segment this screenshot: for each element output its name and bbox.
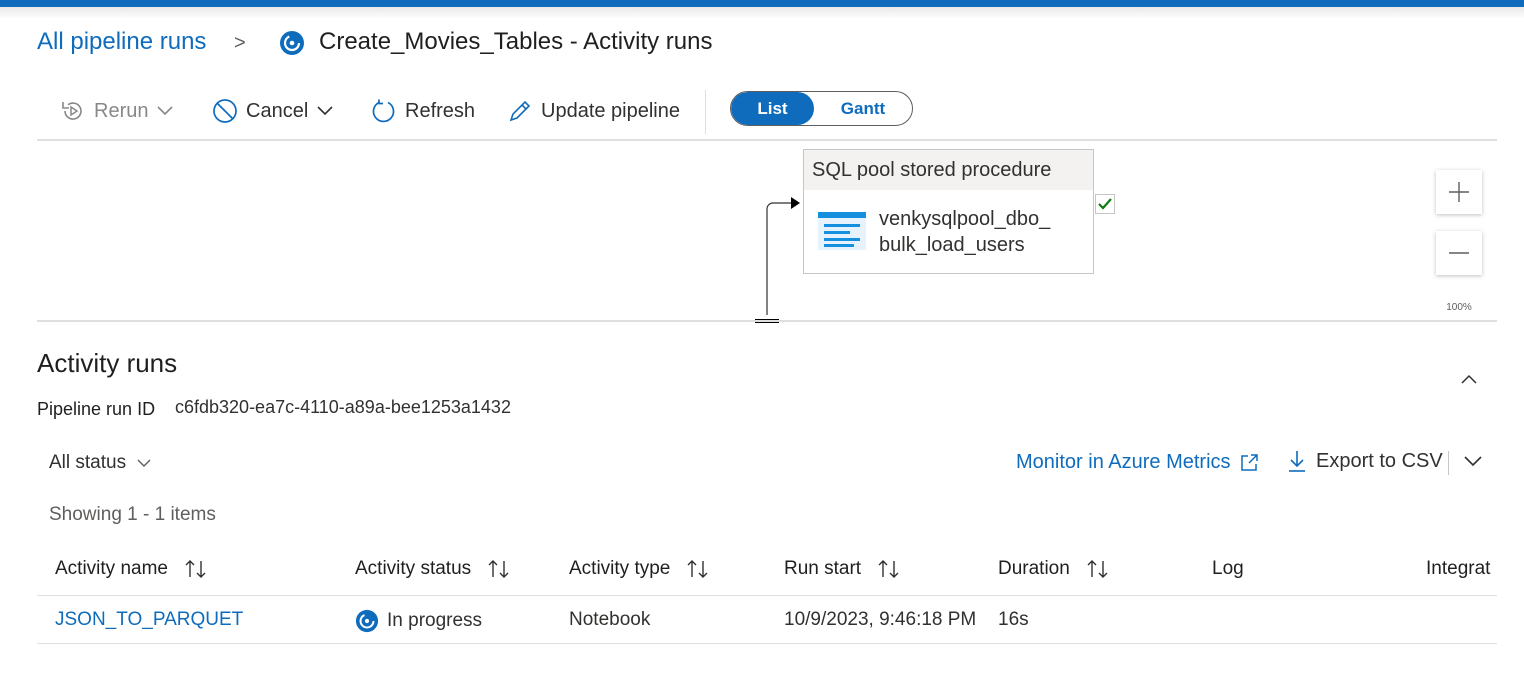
column-header-activity-name[interactable]: Activity name	[55, 558, 208, 580]
activity-type-label: SQL pool stored procedure	[804, 150, 1093, 190]
status-filter-label: All status	[49, 452, 127, 473]
success-check-icon	[1095, 194, 1115, 219]
gantt-view-option[interactable]: Gantt	[814, 92, 912, 125]
zoom-out-button[interactable]	[1436, 231, 1482, 275]
chevron-down-icon	[137, 459, 151, 467]
export-options-chevron-icon[interactable]	[1463, 455, 1483, 473]
activity-runs-heading: Activity runs	[37, 348, 178, 378]
refresh-icon	[372, 99, 395, 123]
header-shadow	[0, 7, 1524, 19]
toolbar-divider	[705, 90, 706, 134]
breadcrumb-separator: >	[234, 32, 246, 54]
zoom-fit-icon: 100%	[1446, 301, 1472, 312]
collapse-chevron-icon[interactable]	[1459, 372, 1479, 391]
monitor-link-label: Monitor in Azure Metrics	[1016, 451, 1231, 473]
run-start-cell: 10/9/2023, 9:46:18 PM	[784, 609, 977, 630]
export-divider	[1448, 451, 1449, 475]
column-header-integration-runtime: Integrat	[1426, 558, 1497, 580]
column-header-activity-status[interactable]: Activity status	[355, 558, 511, 580]
column-header-log: Log	[1212, 558, 1244, 580]
top-accent-bar	[0, 0, 1524, 7]
sort-icon	[878, 560, 899, 578]
activity-node-name: venkysqlpool_dbo_ bulk_load_users	[879, 206, 1050, 258]
stored-procedure-icon	[818, 212, 866, 255]
column-header-run-start[interactable]: Run start	[784, 558, 901, 580]
rerun-label: Rerun	[94, 99, 149, 122]
minus-icon	[1449, 252, 1469, 254]
activity-status-cell: In progress	[355, 609, 482, 633]
view-toggle[interactable]: List Gantt	[730, 91, 913, 126]
zoom-100-button[interactable]: 100%	[1436, 292, 1482, 311]
column-label: Activity type	[569, 558, 671, 579]
chevron-down-icon	[157, 106, 174, 116]
breadcrumb-all-pipeline-runs[interactable]: All pipeline runs	[37, 28, 206, 56]
column-label: Activity status	[355, 558, 472, 579]
table-header-divider	[37, 595, 1497, 596]
sort-icon	[185, 560, 206, 578]
plus-icon	[1449, 182, 1469, 202]
column-label: Log	[1212, 558, 1244, 579]
status-filter-dropdown[interactable]: All status	[49, 452, 152, 474]
rerun-icon	[62, 102, 82, 120]
activity-node[interactable]: SQL pool stored procedure venkysqlpool_d…	[803, 149, 1094, 274]
cancel-label: Cancel	[246, 99, 309, 122]
pipeline-run-id-label: Pipeline run ID	[37, 399, 156, 419]
list-view-option[interactable]: List	[731, 92, 814, 125]
activity-name-line-1: venkysqlpool_dbo_	[879, 208, 1051, 230]
sort-icon	[488, 560, 509, 578]
zoom-in-button[interactable]	[1436, 170, 1482, 214]
export-label: Export to CSV	[1316, 449, 1443, 472]
rerun-button[interactable]: Rerun	[60, 98, 174, 124]
refresh-button[interactable]: Refresh	[371, 98, 475, 124]
column-header-duration[interactable]: Duration	[998, 558, 1110, 580]
activity-name-link[interactable]: JSON_TO_PARQUET	[55, 609, 243, 631]
activity-type-cell: Notebook	[569, 609, 651, 630]
cancel-button[interactable]: Cancel	[212, 98, 334, 124]
external-link-icon	[1240, 453, 1258, 471]
update-pipeline-label: Update pipeline	[541, 99, 680, 122]
duration-cell: 16s	[998, 609, 1029, 630]
column-label: Duration	[998, 558, 1070, 579]
in-progress-icon	[279, 30, 305, 61]
pencil-icon	[509, 100, 531, 122]
cancel-icon	[213, 99, 237, 123]
activity-status-text: In progress	[387, 610, 483, 631]
download-icon	[1289, 451, 1305, 472]
column-header-activity-type[interactable]: Activity type	[569, 558, 710, 580]
in-progress-icon	[355, 609, 379, 633]
table-row-divider	[37, 643, 1497, 644]
column-label: Integrat	[1426, 558, 1491, 579]
items-count-text: Showing 1 - 1 items	[49, 504, 216, 525]
toolbar-bottom-divider	[37, 139, 1497, 141]
sort-icon	[1087, 560, 1108, 578]
sort-icon	[687, 560, 708, 578]
export-to-csv-button[interactable]: Export to CSV	[1287, 449, 1443, 473]
chevron-down-icon	[317, 106, 333, 116]
column-label: Activity name	[55, 558, 168, 579]
column-label: Run start	[784, 558, 862, 579]
pipeline-run-id-value: c6fdb320-ea7c-4110-a89a-bee1253a1432	[175, 397, 511, 417]
connector-line	[700, 145, 810, 335]
page-title: Create_Movies_Tables - Activity runs	[319, 28, 713, 55]
update-pipeline-button[interactable]: Update pipeline	[507, 98, 680, 124]
refresh-label: Refresh	[405, 99, 476, 122]
activity-name-line-2: bulk_load_users	[879, 234, 1025, 256]
monitor-azure-metrics-link[interactable]: Monitor in Azure Metrics	[1016, 451, 1259, 474]
canvas-bottom-divider	[37, 320, 1497, 322]
